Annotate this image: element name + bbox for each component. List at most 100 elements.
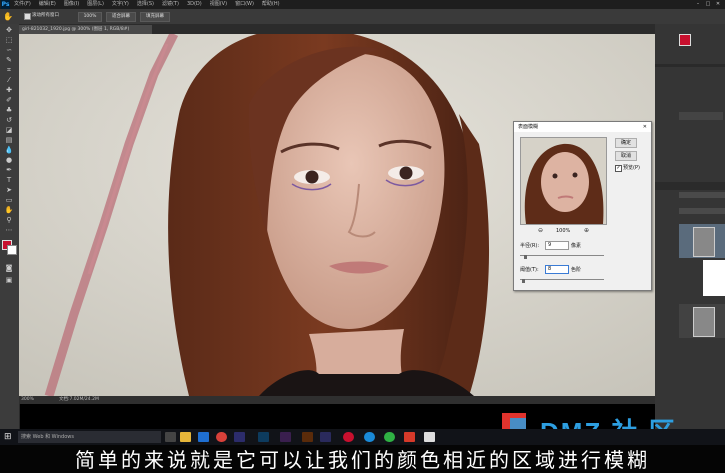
- close-icon[interactable]: ✕: [713, 0, 723, 9]
- menu-file[interactable]: 文件(F): [14, 1, 31, 7]
- dialog-title: 表面模糊: [518, 124, 539, 130]
- menu-select[interactable]: 选择(S): [137, 1, 154, 7]
- video-subtitle-bar: 简单的来说就是它可以让我们的颜色相近的区域进行模糊: [0, 445, 725, 473]
- menu-edit[interactable]: 编辑(E): [39, 1, 56, 7]
- preview-box[interactable]: [520, 137, 607, 225]
- blend-mode-select[interactable]: [679, 208, 725, 214]
- maximize-icon[interactable]: □: [703, 0, 713, 9]
- radius-input[interactable]: 9: [545, 241, 569, 250]
- dialog-close-icon[interactable]: ✕: [643, 122, 647, 132]
- menu-type[interactable]: 文字(Y): [112, 1, 129, 7]
- scroll-all-checkbox[interactable]: [24, 13, 31, 20]
- preview-checkbox[interactable]: ✓: [615, 165, 622, 172]
- cancel-button[interactable]: 取消: [615, 151, 637, 161]
- eyedropper-icon[interactable]: ⁄: [2, 76, 16, 85]
- layer-mask-thumbnail[interactable]: [703, 260, 725, 296]
- marquee-tool-icon[interactable]: ⬚: [2, 36, 16, 45]
- background-color-swatch[interactable]: [7, 245, 17, 255]
- radius-unit: 像素: [571, 243, 582, 249]
- zoom-in-icon[interactable]: ⊕: [584, 227, 589, 234]
- menu-window[interactable]: 窗口(W): [235, 1, 254, 7]
- stamp-tool-icon[interactable]: ♣: [2, 106, 16, 115]
- zoom-out-icon[interactable]: ⊖: [538, 227, 543, 234]
- hand-tool-icon[interactable]: ✋: [3, 12, 13, 21]
- move-tool-icon[interactable]: ✥: [2, 26, 16, 35]
- pen-tool-icon[interactable]: ✒: [2, 166, 16, 175]
- adjustments-icons[interactable]: [679, 112, 723, 120]
- windows-start-icon[interactable]: ⊞: [4, 432, 14, 442]
- path-select-icon[interactable]: ➤: [2, 186, 16, 195]
- surface-blur-dialog: 表面模糊 ✕ ⊖ 100% ⊕ 确定 取消 ✓ 预览(P) 半径(R): 9 像…: [513, 121, 652, 291]
- options-bar: ✋ 滚动所有窗口 100% 适合屏幕 填充屏幕: [0, 9, 725, 25]
- qq-icon[interactable]: [364, 432, 375, 442]
- zoom-100-button[interactable]: 100%: [78, 12, 102, 22]
- photoshop-task-icon[interactable]: [258, 432, 269, 442]
- layer-row-background[interactable]: [679, 304, 725, 338]
- type-tool-icon[interactable]: T: [2, 176, 16, 185]
- dodge-tool-icon[interactable]: ●: [2, 156, 16, 165]
- layer-thumbnail: [693, 227, 715, 257]
- document-tab-bar: girl-821032_1920.jpg @ 300% (图层 1, RGB/8…: [19, 24, 655, 34]
- quick-mask-icon[interactable]: ◙: [2, 264, 16, 273]
- menu-filter[interactable]: 滤镜(T): [162, 1, 179, 7]
- crop-tool-icon[interactable]: ⌗: [2, 66, 16, 75]
- dialog-titlebar: 表面模糊 ✕: [514, 122, 651, 132]
- radius-slider-thumb[interactable]: [524, 255, 527, 259]
- document-tab[interactable]: girl-821032_1920.jpg @ 300% (图层 1, RGB/8…: [19, 25, 152, 34]
- edge-browser-icon[interactable]: [198, 432, 209, 442]
- premiere-task-icon[interactable]: [280, 432, 291, 442]
- task-view-icon[interactable]: [165, 432, 176, 442]
- more-tools-icon[interactable]: ⋯: [2, 226, 16, 235]
- windows-taskbar: ⊞ 搜索 Web 和 Windows: [0, 429, 725, 445]
- lasso-tool-icon[interactable]: ∽: [2, 46, 16, 55]
- layer-filter[interactable]: [679, 192, 725, 198]
- app-icon[interactable]: [404, 432, 415, 442]
- fill-screen-button[interactable]: 填充屏幕: [140, 12, 170, 22]
- eraser-tool-icon[interactable]: ◪: [2, 126, 16, 135]
- menu-view[interactable]: 视图(V): [210, 1, 227, 7]
- red-app-icon[interactable]: [343, 432, 354, 442]
- history-brush-icon[interactable]: ↺: [2, 116, 16, 125]
- layer-thumbnail: [693, 307, 715, 337]
- menu-help[interactable]: 帮助(H): [262, 1, 280, 7]
- right-panels: [655, 24, 725, 429]
- threshold-unit: 色阶: [571, 267, 582, 273]
- ok-button[interactable]: 确定: [615, 138, 637, 148]
- zoom-tool-icon[interactable]: ⚲: [2, 216, 16, 225]
- menu-3d[interactable]: 3D(D): [187, 1, 202, 7]
- layer-row-selected[interactable]: [679, 224, 725, 258]
- wechat-icon[interactable]: [384, 432, 395, 442]
- photoshop-logo: Ps: [1, 0, 10, 9]
- illustrator-task-icon[interactable]: [302, 432, 313, 442]
- taskbar-search-box[interactable]: 搜索 Web 和 Windows: [18, 431, 161, 443]
- menu-image[interactable]: 图像(I): [64, 1, 79, 7]
- brush-tool-icon[interactable]: ✐: [2, 96, 16, 105]
- hand-tool-icon[interactable]: ✋: [2, 206, 16, 215]
- preview-zoom: 100%: [556, 228, 571, 234]
- minimize-icon[interactable]: –: [693, 0, 703, 9]
- color-swatch[interactable]: [679, 34, 691, 46]
- menu-layer[interactable]: 图层(L): [87, 1, 104, 7]
- threshold-input[interactable]: 8: [545, 265, 569, 274]
- threshold-label: 阈值(T):: [520, 267, 539, 273]
- shape-tool-icon[interactable]: ▭: [2, 196, 16, 205]
- preview-label: 预览(P): [623, 165, 640, 171]
- healing-brush-icon[interactable]: ✚: [2, 86, 16, 95]
- status-zoom[interactable]: 300%: [21, 396, 34, 404]
- threshold-slider-track[interactable]: [520, 279, 604, 280]
- panel-divider: [655, 64, 725, 67]
- radius-slider-track[interactable]: [520, 255, 604, 256]
- blur-tool-icon[interactable]: 💧: [2, 146, 16, 155]
- after-effects-task-icon[interactable]: [320, 432, 331, 442]
- gradient-tool-icon[interactable]: ▤: [2, 136, 16, 145]
- fit-screen-button[interactable]: 适合屏幕: [106, 12, 136, 22]
- chrome-icon[interactable]: [216, 432, 227, 442]
- media-encoder-icon[interactable]: [234, 432, 245, 442]
- layers-tab-strip[interactable]: [655, 182, 725, 190]
- file-explorer-icon[interactable]: [180, 432, 191, 442]
- threshold-slider-thumb[interactable]: [522, 279, 525, 283]
- menu-list: 文件(F) 编辑(E) 图像(I) 图层(L) 文字(Y) 选择(S) 滤镜(T) 3D(D)…: [14, 0, 288, 9]
- screen-mode-icon[interactable]: ▣: [2, 276, 16, 285]
- quick-select-icon[interactable]: ✎: [2, 56, 16, 65]
- photos-icon[interactable]: [424, 432, 435, 442]
